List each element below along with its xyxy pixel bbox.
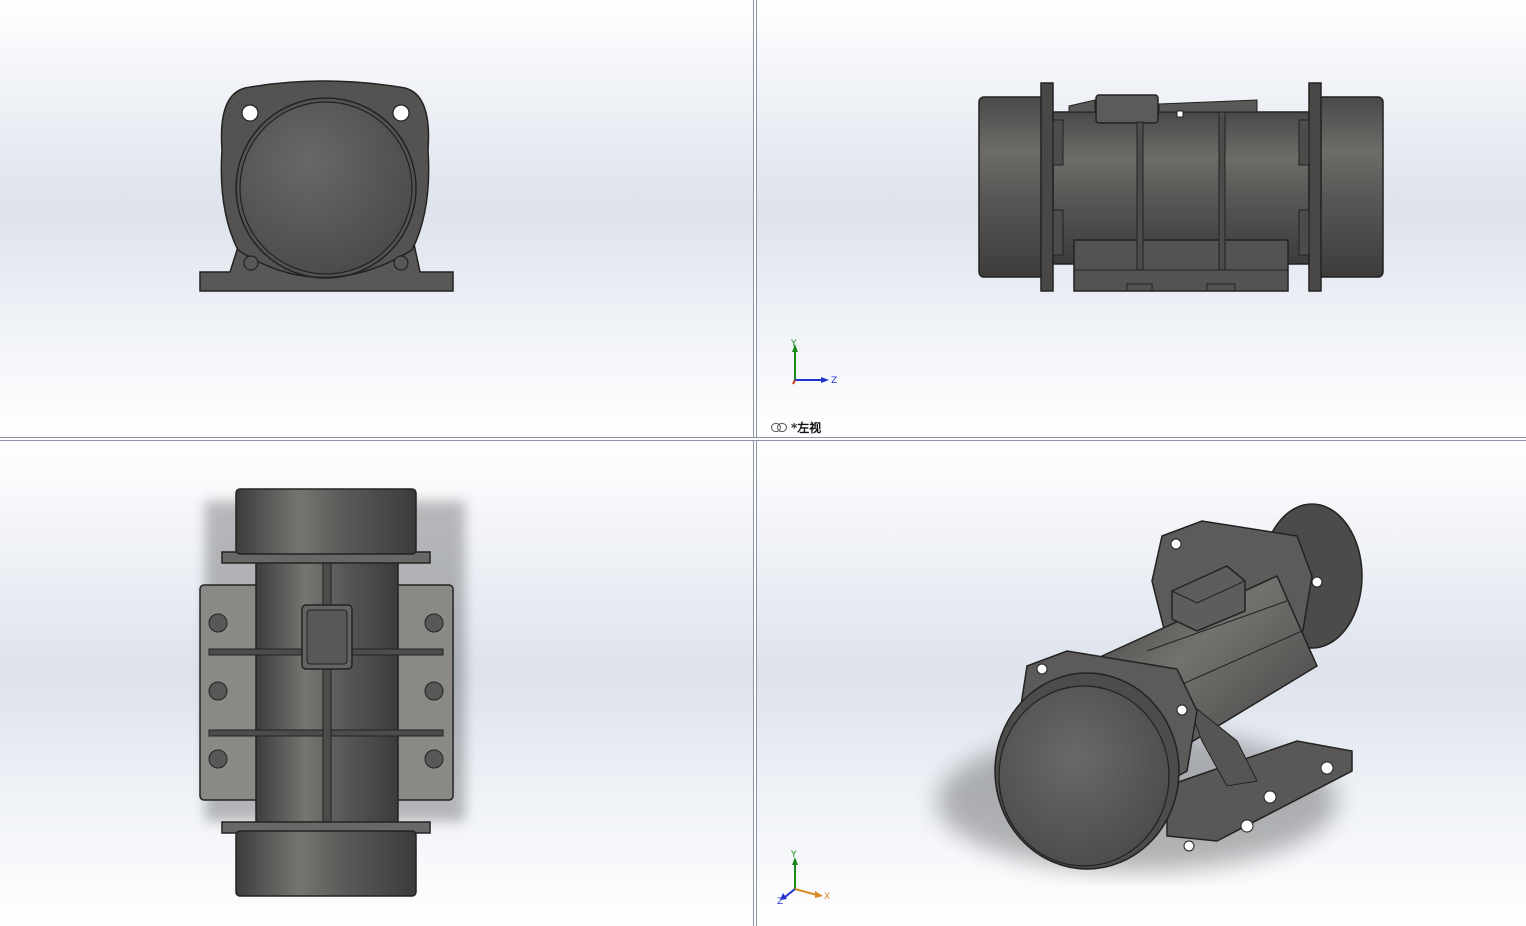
left-view-model	[978, 82, 1384, 292]
isometric-view-model	[937, 503, 1363, 871]
viewport-front[interactable]	[0, 0, 753, 437]
horizontal-splitter[interactable]	[0, 437, 1526, 441]
axis-triad: Y Z	[790, 339, 837, 386]
viewport-left[interactable]: Y Z *左视	[757, 0, 1526, 437]
view-name-label[interactable]: *左视	[771, 419, 821, 436]
axis-y-label: Y	[790, 850, 797, 860]
vertical-splitter[interactable]	[753, 0, 757, 926]
viewport-top[interactable]	[0, 441, 753, 926]
link-icon	[771, 423, 787, 432]
axis-z-label: Z	[777, 897, 783, 905]
axis-z-label: Z	[831, 376, 837, 386]
top-view-model	[199, 488, 465, 897]
axis-triad-iso: Y X Z	[777, 850, 830, 905]
axis-y-label: Y	[790, 339, 797, 349]
front-view-model	[199, 80, 454, 292]
viewport-isometric[interactable]: Y X Z	[757, 441, 1526, 926]
axis-x-label: X	[824, 892, 830, 902]
view-name-text: *左视	[791, 421, 822, 435]
